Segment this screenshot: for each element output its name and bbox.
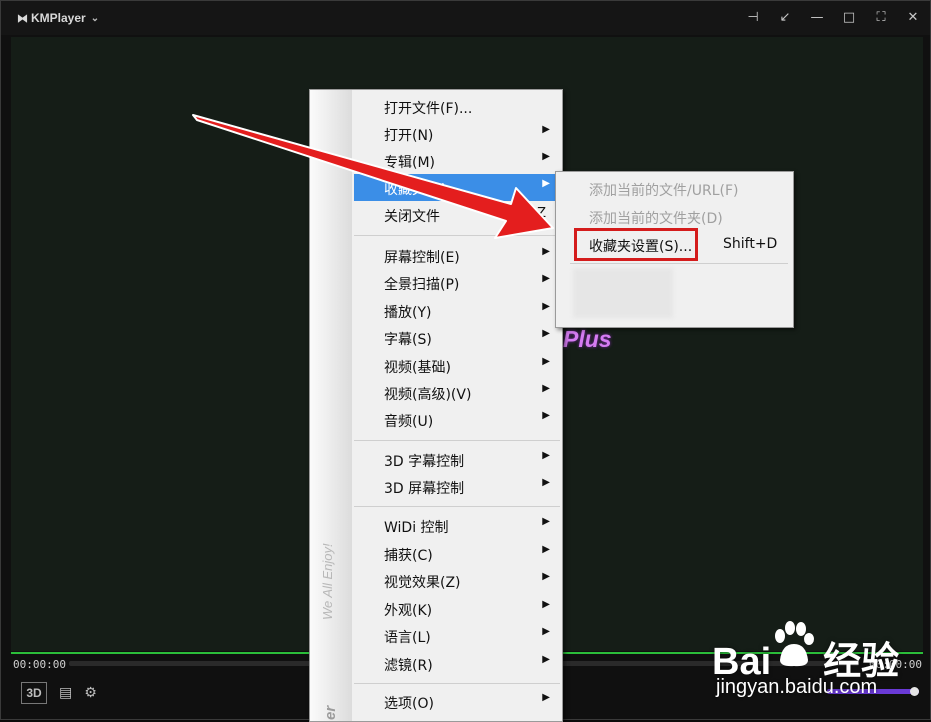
annotation-arrow <box>192 114 554 239</box>
baidu-paw-icon <box>775 621 814 667</box>
annotation-arrow-shape <box>192 114 554 239</box>
watermark-url: jingyan.baidu.com <box>716 676 878 698</box>
